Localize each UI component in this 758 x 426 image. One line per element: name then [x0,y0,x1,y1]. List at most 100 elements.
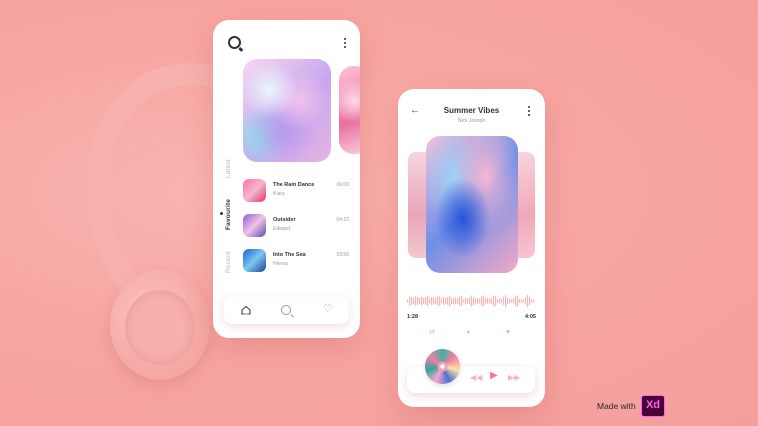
home-icon[interactable] [241,305,251,315]
waveform-bar [523,299,525,303]
waveform-bar [425,297,427,305]
track-row[interactable]: The Rain Dance Kiara 06:00 [243,179,353,203]
waveform-bar [507,297,509,305]
track-thumbnail [243,179,266,202]
heart-icon[interactable]: ♥ [506,329,510,337]
waveform-bar [525,297,527,305]
waveform-bar [511,299,513,303]
kebab-menu-icon[interactable] [344,38,347,49]
play-icon[interactable]: ▶ [490,371,498,381]
previous-icon[interactable]: ◀◀ [470,374,482,382]
track-artist: Kiara [273,191,285,197]
track-title: Outsider [273,217,296,223]
waveform-bar [431,297,433,305]
waveform-bar [421,296,423,306]
active-tab-indicator [220,212,223,215]
waveform-bar [509,298,511,304]
volume-icon[interactable]: 🔈︎ [467,329,471,337]
kebab-menu-icon[interactable] [528,106,531,117]
waveform-bar [529,297,531,305]
waveform-bar [455,297,457,305]
waveform-bar [473,296,475,306]
waveform-bar [461,295,463,307]
waveform-bar [441,298,443,304]
waveform-bar [489,298,491,304]
song-artist: Nick Joseph [457,118,486,124]
track-row[interactable]: Outsider Edward 04:10 [243,214,353,238]
waveform-bar [477,298,479,304]
waveform-bar [483,295,485,307]
waveform-bar [451,297,453,305]
waveform-bar [409,296,411,306]
waveform-bar [501,298,503,304]
track-artist: Henna [273,261,288,267]
waveform-bar [493,295,495,307]
tab-recent[interactable]: Recent [225,251,232,273]
tab-favourite[interactable]: Favourite [225,199,232,230]
waveform-bar [439,296,441,306]
waveform-bar [423,297,425,305]
album-disc[interactable] [425,349,460,384]
waveform-bar [419,297,421,305]
bottom-nav: ♡ [224,296,349,324]
made-with-label: Made with [597,401,636,411]
waveform-bar [465,297,467,305]
tab-latest[interactable]: Latest [225,159,232,178]
waveform-bar [457,298,459,304]
waveform-bar [453,297,455,305]
waveform-bar [467,298,469,304]
waveform-bar [407,299,409,303]
xd-logo: Xd [641,395,665,417]
waveform-bar [475,298,477,304]
waveform-bar [459,296,461,306]
waveform-bar [469,297,471,305]
waveform-bar [521,298,523,304]
time-total: 4:05 [524,314,536,320]
waveform-bar [413,297,415,305]
waveform-bar [445,298,447,304]
repeat-icon[interactable]: ⇄ [429,329,435,337]
waveform-bar [527,295,529,307]
current-album-art[interactable] [426,136,518,273]
next-album-art[interactable] [339,66,360,154]
waveform-bar [497,299,499,303]
waveform[interactable] [407,293,535,309]
library-screen: Latest Favourite Recent The Rain Dance K… [213,20,360,338]
waveform-bar [499,298,501,304]
waveform-bar [437,296,439,306]
waveform-bar [415,296,417,306]
featured-album-art[interactable] [243,59,331,162]
track-artist: Edward [273,226,290,232]
track-title: Into The Sea [273,252,306,258]
waveform-bar [517,295,519,307]
waveform-bar [487,298,489,304]
headphones-cushion [125,290,195,365]
waveform-bar [503,296,505,306]
next-icon[interactable]: ▶▶ [508,374,520,382]
now-playing-screen: ← Summer Vibes Nick Joseph 1:28 4:05 ⇄ 🔈… [398,89,545,407]
waveform-bar [427,295,429,307]
track-row[interactable]: Into The Sea Henna 03:56 [243,249,353,273]
track-duration: 04:10 [336,217,349,223]
waveform-bar [435,297,437,305]
track-duration: 06:00 [336,182,349,188]
track-thumbnail [243,249,266,272]
track-duration: 03:56 [336,252,349,258]
track-title: The Rain Dance [273,182,315,188]
waveform-bar [429,298,431,304]
waveform-bar [433,297,435,305]
track-thumbnail [243,214,266,237]
waveform-bar [491,297,493,305]
time-elapsed: 1:28 [407,314,419,320]
waveform-bar [513,298,515,304]
waveform-bar [485,298,487,304]
waveform-bar [479,298,481,304]
waveform-bar [515,295,517,307]
waveform-bar [505,295,507,307]
waveform-bar [519,298,521,304]
heart-icon[interactable]: ♡ [323,304,333,315]
waveform-bar [531,299,533,303]
q-logo-icon[interactable] [228,36,241,49]
song-title: Summer Vibes [443,106,500,115]
search-icon[interactable] [281,305,291,315]
